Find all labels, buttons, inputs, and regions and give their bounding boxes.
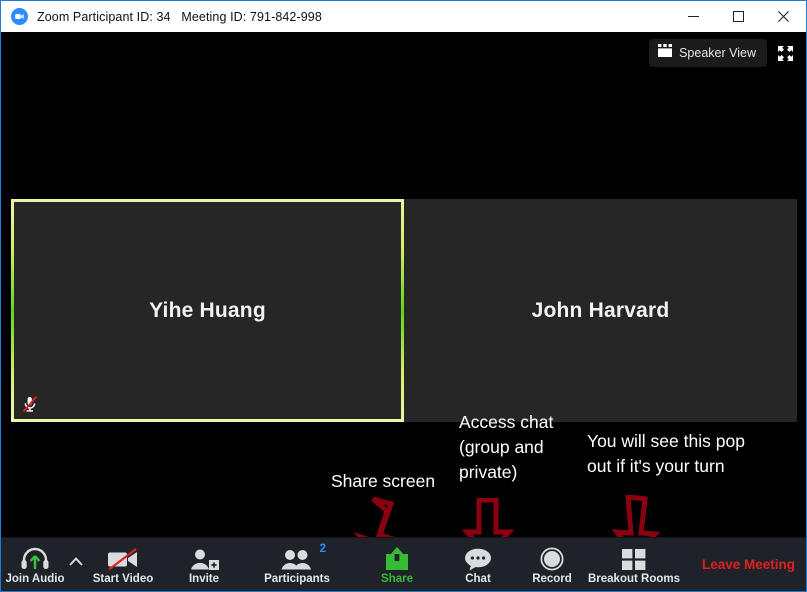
control-label: Record — [532, 572, 572, 585]
layout-grid-icon — [658, 44, 673, 62]
headset-join-audio-icon — [20, 546, 50, 571]
minimize-icon[interactable] — [671, 2, 716, 32]
video-tile-participant[interactable]: John Harvard — [404, 199, 797, 422]
control-label: Start Video — [92, 572, 154, 585]
close-icon[interactable] — [761, 2, 806, 32]
annotation-breakout-popup: You will see this pop out if it's your t… — [587, 431, 745, 476]
meeting-stage: Speaker View Yihe Huang John Harvard Sha… — [1, 32, 806, 537]
control-label: Chat — [465, 572, 491, 585]
zoom-meeting-window: Zoom Participant ID: 34 Meeting ID: 791-… — [0, 0, 807, 592]
microphone-muted-icon — [20, 394, 40, 414]
record-circle-icon — [540, 546, 564, 571]
maximize-icon[interactable] — [716, 2, 761, 32]
control-label: Breakout Rooms — [587, 572, 681, 585]
control-label: Join Audio — [5, 572, 65, 585]
chevron-up-icon[interactable] — [67, 552, 85, 570]
speaker-view-label: Speaker View — [679, 46, 756, 60]
annotation-arrow-share-icon — [353, 497, 411, 537]
window-title-text: Zoom Participant ID: 34 Meeting ID: 791-… — [37, 9, 322, 24]
control-label: Participants — [264, 572, 330, 585]
meeting-control-bar: Join Audio Start Video Invite 2 Particip… — [1, 537, 806, 591]
control-label: Share — [381, 572, 413, 585]
participant-name: John Harvard — [531, 298, 670, 322]
speaker-view-button[interactable]: Speaker View — [649, 39, 767, 67]
zoom-logo-icon — [11, 8, 28, 25]
participants-count-badge: 2 — [319, 542, 326, 555]
control-chat[interactable]: Chat — [449, 538, 507, 591]
control-invite[interactable]: Invite — [173, 538, 235, 591]
video-camera-off-icon — [107, 546, 139, 571]
control-breakout-rooms[interactable]: Breakout Rooms — [581, 538, 687, 591]
share-screen-icon — [383, 546, 411, 571]
annotation-access-chat: Access chat (group and private) — [459, 412, 554, 482]
participants-icon: 2 — [281, 543, 326, 571]
video-tile-active-speaker[interactable]: Yihe Huang — [11, 199, 404, 422]
control-label: Invite — [188, 572, 220, 585]
view-controls: Speaker View — [649, 39, 798, 67]
breakout-rooms-grid-icon — [622, 546, 646, 571]
control-join-audio[interactable]: Join Audio — [1, 538, 69, 591]
annotation-arrow-breakout-icon — [608, 495, 664, 537]
participant-name: Yihe Huang — [149, 298, 266, 322]
invite-person-plus-icon — [189, 546, 219, 571]
video-tile-grid: Yihe Huang John Harvard — [11, 199, 797, 422]
control-participants[interactable]: 2 Participants — [253, 538, 341, 591]
annotation-arrow-chat-icon — [462, 498, 514, 537]
leave-meeting-button[interactable]: Leave Meeting — [702, 557, 795, 572]
control-share[interactable]: Share — [367, 538, 427, 591]
control-record[interactable]: Record — [521, 538, 583, 591]
chat-bubble-icon — [463, 546, 493, 571]
fullscreen-expand-icon[interactable] — [773, 40, 798, 66]
window-title-bar: Zoom Participant ID: 34 Meeting ID: 791-… — [1, 1, 806, 32]
annotation-share-screen: Share screen — [331, 471, 436, 491]
control-start-video[interactable]: Start Video — [89, 538, 157, 591]
